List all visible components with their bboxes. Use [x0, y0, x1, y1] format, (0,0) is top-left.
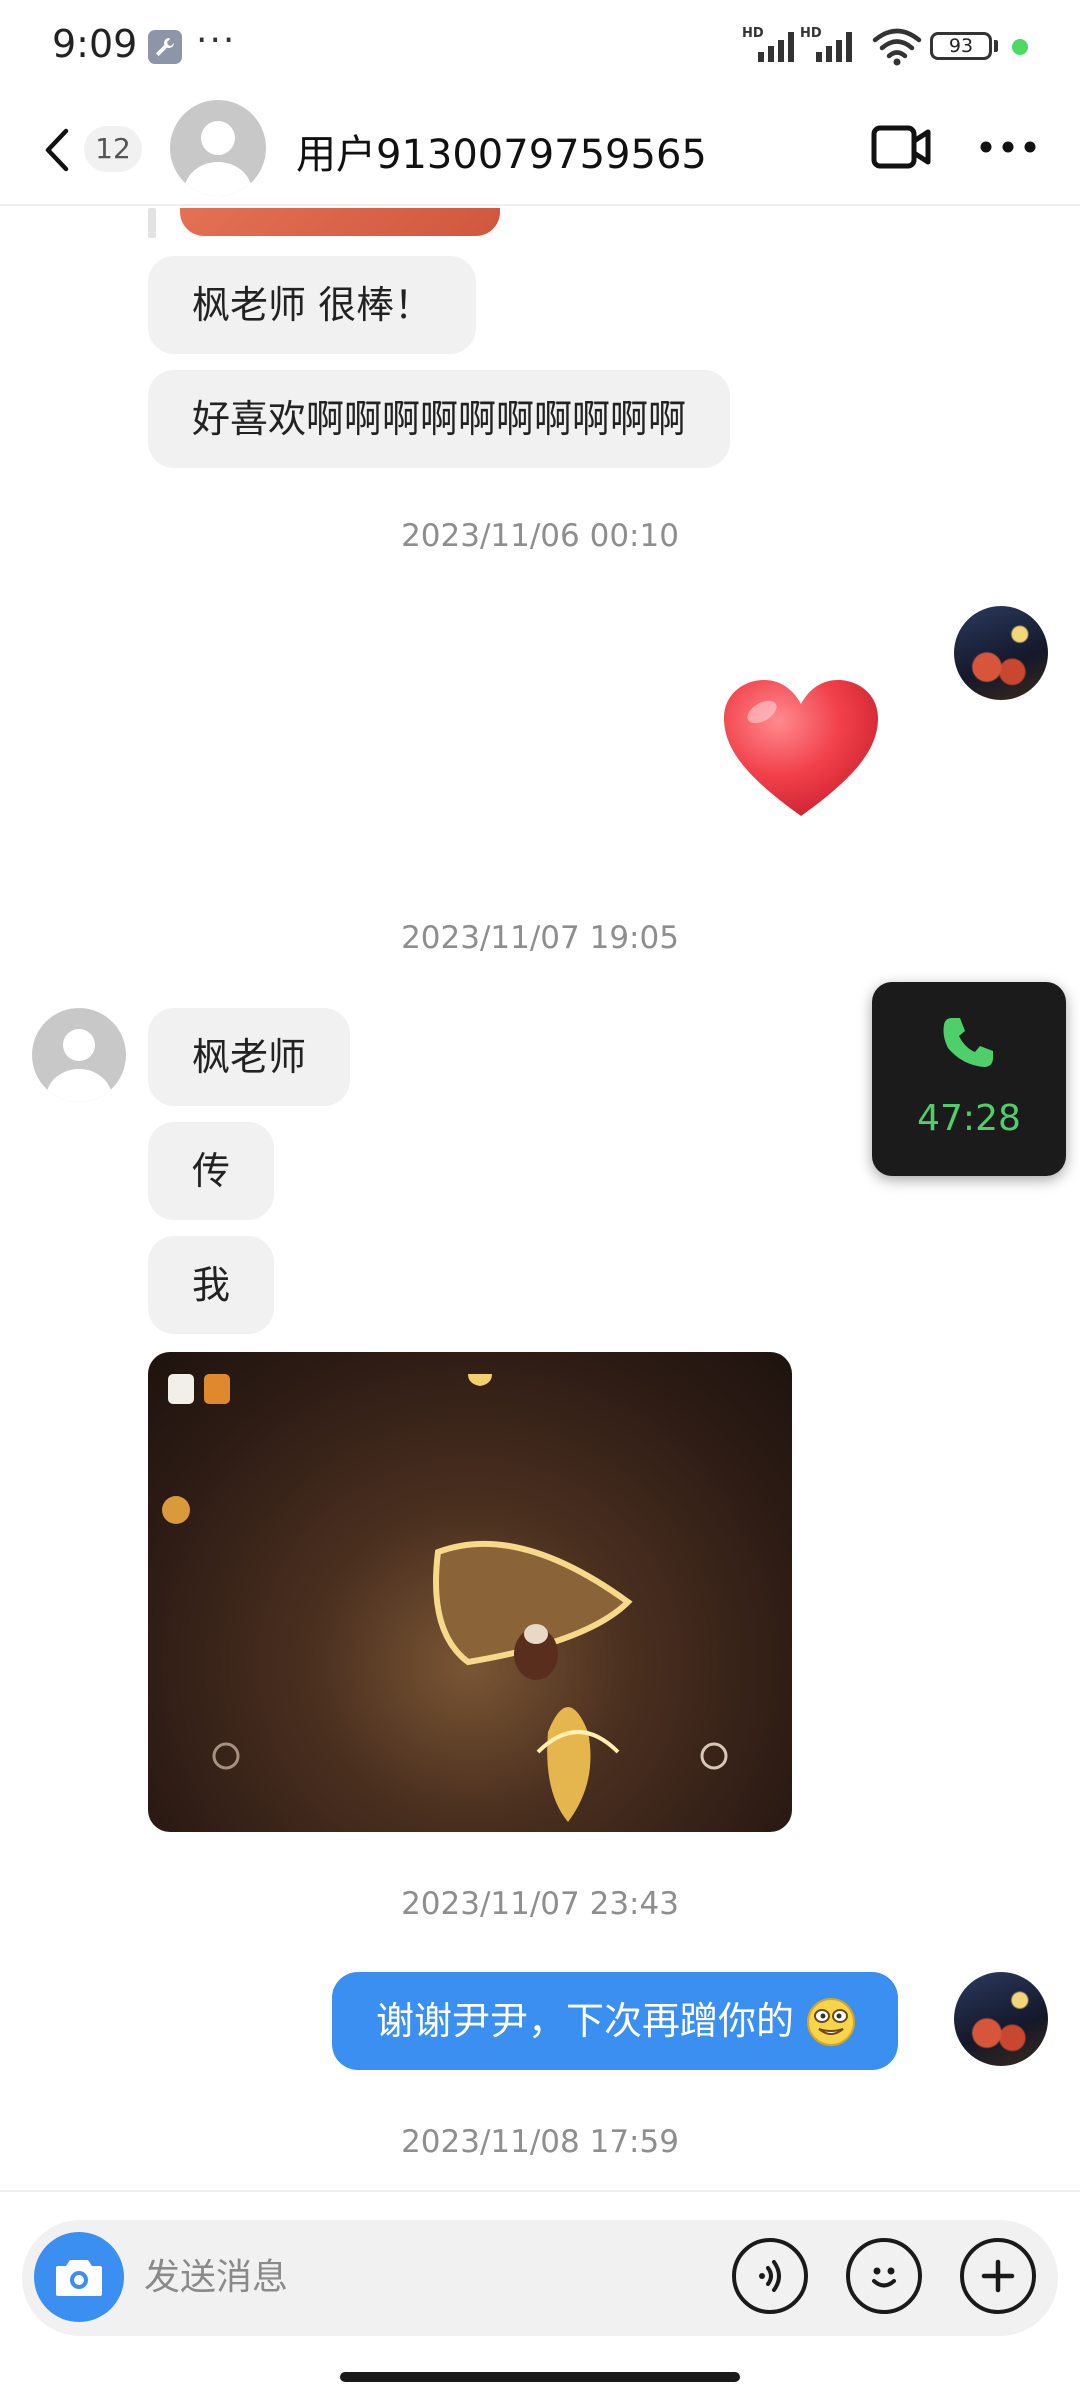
- battery-indicator: 93: [930, 32, 992, 60]
- ongoing-call-widget[interactable]: 47:28: [872, 982, 1066, 1176]
- voice-wave-icon: [759, 2260, 781, 2292]
- video-call-icon[interactable]: [870, 122, 934, 172]
- message-bubble-incoming[interactable]: 我: [148, 1236, 275, 1334]
- battery-tip: [994, 40, 998, 52]
- home-indicator[interactable]: [340, 2372, 740, 2382]
- status-more-icon: ···: [196, 20, 237, 61]
- unread-count-badge: 12: [84, 126, 142, 172]
- chevron-left-icon: [45, 128, 69, 172]
- timestamp: 2023/11/07 19:05: [401, 920, 679, 956]
- timestamp: 2023/11/07 23:43: [401, 1886, 679, 1922]
- more-options-icon[interactable]: [978, 132, 1038, 162]
- back-button[interactable]: 12: [44, 122, 144, 176]
- add-attachment-button[interactable]: [960, 2238, 1036, 2314]
- plus-icon: [981, 2259, 1015, 2293]
- message-bubble-incoming[interactable]: 传: [148, 1122, 275, 1220]
- grin-emoji-icon: [807, 1998, 856, 2046]
- smiley-icon: [872, 2267, 896, 2288]
- contact-name[interactable]: 用户9130079759565: [296, 122, 707, 180]
- default-avatar-icon: [184, 121, 252, 196]
- camera-icon: [56, 2260, 102, 2296]
- heart-emoji-icon[interactable]: [722, 678, 880, 820]
- my-avatar[interactable]: [954, 1972, 1048, 2066]
- chat-header: 12 用户9130079759565: [0, 92, 1080, 206]
- my-avatar[interactable]: [954, 606, 1048, 700]
- wrench-icon: [148, 30, 182, 64]
- phone-icon: [943, 1018, 993, 1067]
- signal-icon-2: [816, 32, 852, 62]
- camera-button[interactable]: [34, 2232, 124, 2322]
- image-message[interactable]: [148, 1352, 792, 1832]
- message-input[interactable]: [144, 2250, 704, 2304]
- status-bar: 9:09 ··· HD HD 93: [0, 0, 1080, 92]
- message-list[interactable]: 枫老师 很棒！ 好喜欢啊啊啊啊啊啊啊啊啊啊 2023/11/06 00:10 2…: [0, 208, 1080, 2188]
- emoji-button[interactable]: [846, 2238, 922, 2314]
- signal-icon: [758, 32, 794, 62]
- contact-avatar[interactable]: [170, 100, 266, 196]
- default-avatar-icon: [46, 1029, 112, 1102]
- message-text: 谢谢尹尹，下次再蹭你的: [376, 1999, 795, 2043]
- message-bubble-incoming[interactable]: 枫老师: [148, 1008, 351, 1106]
- game-screenshot-icon: [162, 1374, 728, 1822]
- call-duration: 47:28: [917, 1098, 1021, 1139]
- image-message-partial[interactable]: [180, 208, 500, 236]
- contact-avatar-small[interactable]: [32, 1008, 126, 1102]
- wifi-icon: [872, 28, 922, 66]
- message-bubble-incoming[interactable]: 好喜欢啊啊啊啊啊啊啊啊啊啊: [148, 370, 731, 468]
- voice-message-button[interactable]: [732, 2238, 808, 2314]
- timestamp: 2023/11/08 17:59: [401, 2124, 679, 2160]
- status-time: 9:09: [52, 22, 138, 66]
- privacy-indicator-dot: [1012, 39, 1028, 55]
- composer-bar: [0, 2190, 1080, 2400]
- timestamp: 2023/11/06 00:10: [401, 518, 679, 554]
- message-bubble-outgoing[interactable]: 谢谢尹尹，下次再蹭你的: [332, 1972, 899, 2070]
- quote-bar: [148, 208, 156, 238]
- message-bubble-incoming[interactable]: 枫老师 很棒！: [148, 256, 477, 354]
